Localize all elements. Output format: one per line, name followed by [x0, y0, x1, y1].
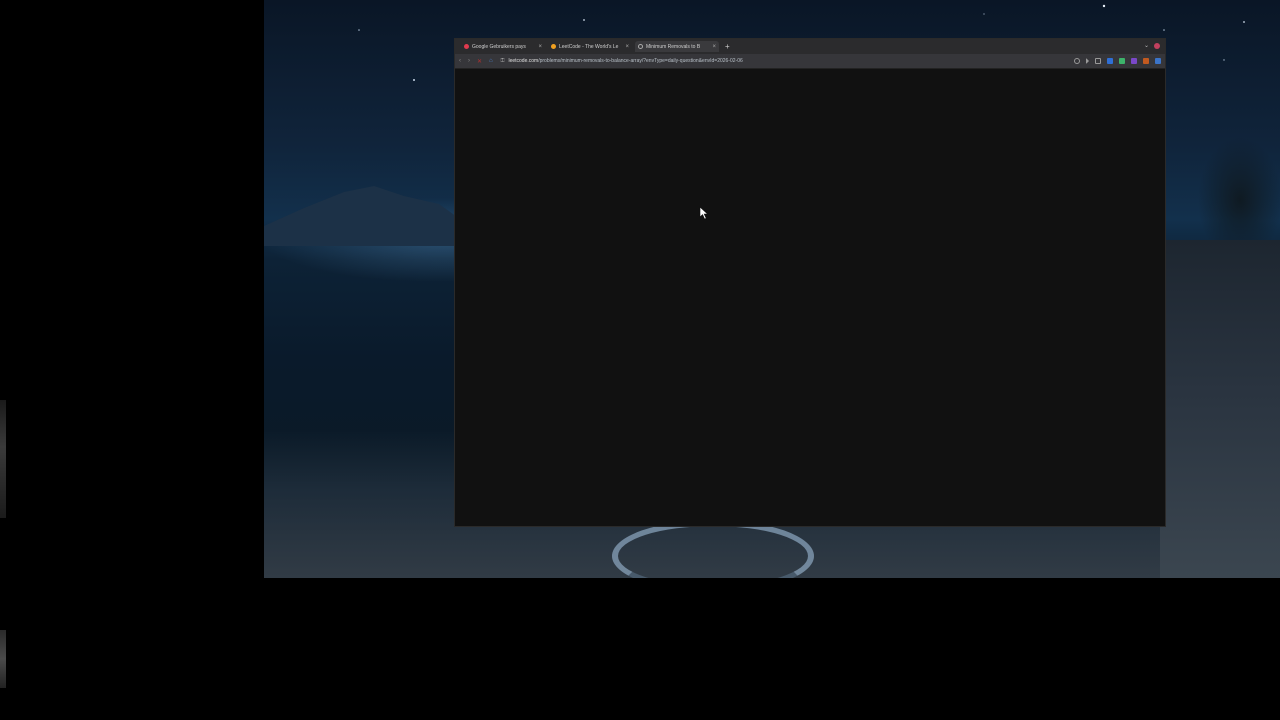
address-url[interactable]: leetcode.com/problems/minimum-removals-t…: [508, 58, 742, 64]
cast-icon[interactable]: [1086, 58, 1089, 64]
extension-icon[interactable]: [1143, 58, 1149, 64]
tab-close-icon[interactable]: ×: [712, 44, 716, 50]
bookmark-icon[interactable]: [1095, 58, 1101, 64]
menu-icon[interactable]: [1155, 58, 1161, 64]
browser-window: Google Gebruikers pays × LeetCode - The …: [454, 38, 1166, 527]
tab-leetcode[interactable]: LeetCode - The World's Le ×: [548, 41, 632, 52]
tab-label: Minimum Removals to B: [646, 43, 701, 50]
extension-icon[interactable]: [1131, 58, 1137, 64]
extension-icon[interactable]: [1107, 58, 1113, 64]
google-favicon-icon: [464, 44, 469, 49]
address-bar[interactable]: ⚿ leetcode.com/problems/minimum-removals…: [501, 56, 1068, 66]
offscreen-window-edge: [0, 400, 6, 518]
stop-icon[interactable]: ✕: [477, 58, 482, 65]
chevron-right-icon[interactable]: ›: [468, 58, 470, 65]
zoom-icon[interactable]: [1074, 58, 1080, 64]
mouse-cursor-icon: [699, 206, 709, 220]
home-icon[interactable]: ⌂: [489, 58, 493, 65]
leetcode-favicon-icon: [551, 44, 556, 49]
tab-label: LeetCode - The World's Le: [559, 43, 619, 50]
browser-toolbar: ‹ › ✕ ⌂ ⚿ leetcode.com/problems/minimum-…: [455, 54, 1165, 69]
left-black-area: [0, 0, 264, 720]
profile-icon[interactable]: [1119, 58, 1125, 64]
page-content-loading: [455, 70, 1165, 526]
tab-label: Google Gebruikers pays: [472, 43, 526, 50]
mountain-silhouette: [264, 186, 464, 246]
chevron-left-icon[interactable]: ‹: [459, 58, 461, 65]
tab-close-icon[interactable]: ×: [625, 44, 629, 50]
beach-right: [1160, 240, 1280, 578]
bottom-black-area: [264, 578, 1280, 720]
window-close-button[interactable]: [1154, 42, 1160, 49]
tab-google[interactable]: Google Gebruikers pays ×: [461, 41, 545, 52]
nav-buttons: ‹ › ✕ ⌂: [459, 58, 493, 65]
tab-minimum-removals[interactable]: Minimum Removals to B ×: [635, 41, 719, 52]
window-controls: ⌄: [1144, 42, 1160, 49]
offscreen-window-edge: [0, 630, 6, 688]
toolbar-extensions: [1074, 58, 1161, 64]
tab-bar: Google Gebruikers pays × LeetCode - The …: [455, 39, 1165, 54]
tab-close-icon[interactable]: ×: [538, 44, 542, 50]
tab-list-chevron-icon[interactable]: ⌄: [1144, 42, 1149, 49]
loading-spinner-icon: [638, 44, 643, 49]
lock-icon[interactable]: ⚿: [501, 58, 505, 64]
new-tab-button[interactable]: +: [725, 42, 730, 51]
